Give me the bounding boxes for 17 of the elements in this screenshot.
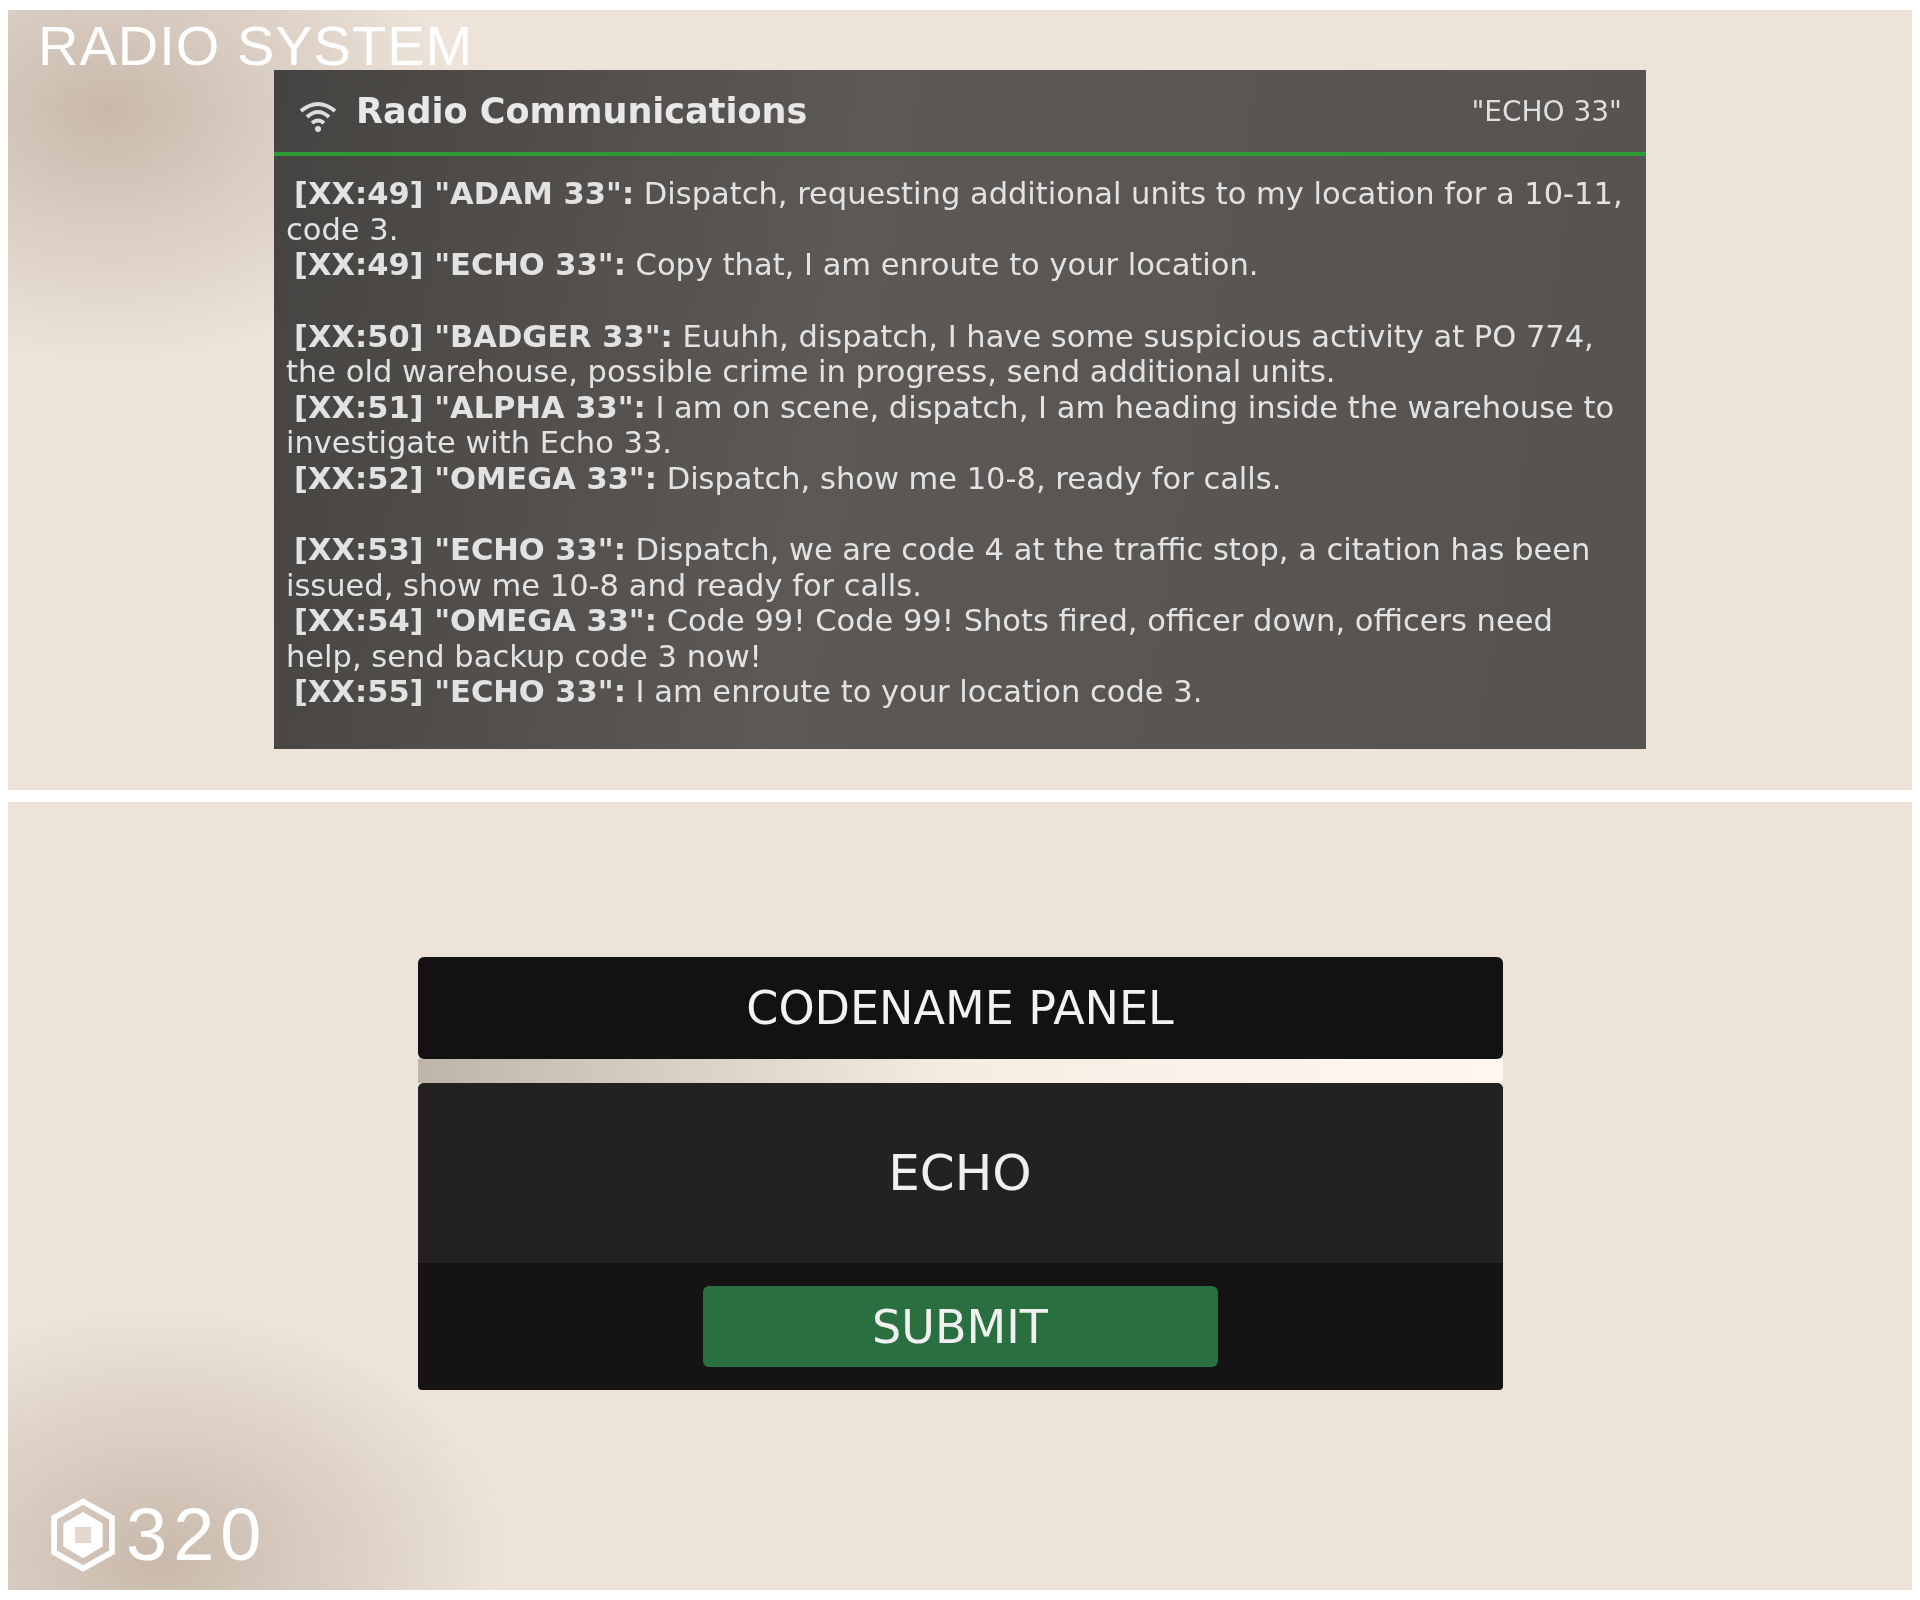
- radio-message: [XX:54] "OMEGA 33": Code 99! Code 99! Shots fired, officer down, officers need help, send backup code 3 now!: [286, 603, 1554, 674]
- radio-message: [XX:49] "ADAM 33": Dispatch, requesting additional units to my location for a 10-11, code 3.: [286, 176, 1624, 247]
- radio-message: [XX:52] "OMEGA 33": Dispatch, show me 10-8, ready for calls.: [293, 460, 1283, 496]
- radio-message: [XX:49] "ECHO 33": Copy that, I am enroute to your location.: [293, 247, 1260, 283]
- currency-icon: [48, 1498, 118, 1572]
- callsign-label: "ECHO 33": [1471, 94, 1622, 128]
- panel-header: CODENAME PANEL: [417, 957, 1503, 1059]
- window-title: Radio Communications: [356, 91, 809, 131]
- product-title: RADIO SYSTEM: [38, 18, 474, 74]
- wifi-icon: [298, 99, 338, 133]
- radio-message: [XX:51] "ALPHA 33": I am on scene, dispatch, I am heading inside the warehouse to investigate with Echo 33.: [286, 389, 1616, 461]
- radio-message: [XX:55] "ECHO 33": I am enroute to your location code 3.: [293, 674, 1204, 710]
- price-label: 320: [126, 1498, 268, 1572]
- codename-field[interactable]: ECHO: [417, 1083, 1503, 1263]
- radio-message: [XX:50] "BADGER 33": Euuhh, dispatch, I have some suspicious activity at PO 774, the old warehouse, possible crime in progress, send additional units.: [286, 318, 1595, 390]
- submit-button[interactable]: SUBMIT: [702, 1286, 1218, 1367]
- radio-message: [XX:53] "ECHO 33": Dispatch, we are code 4 at the traffic stop, a citation has been issued, show me 10-8 and ready for calls.: [286, 532, 1592, 603]
